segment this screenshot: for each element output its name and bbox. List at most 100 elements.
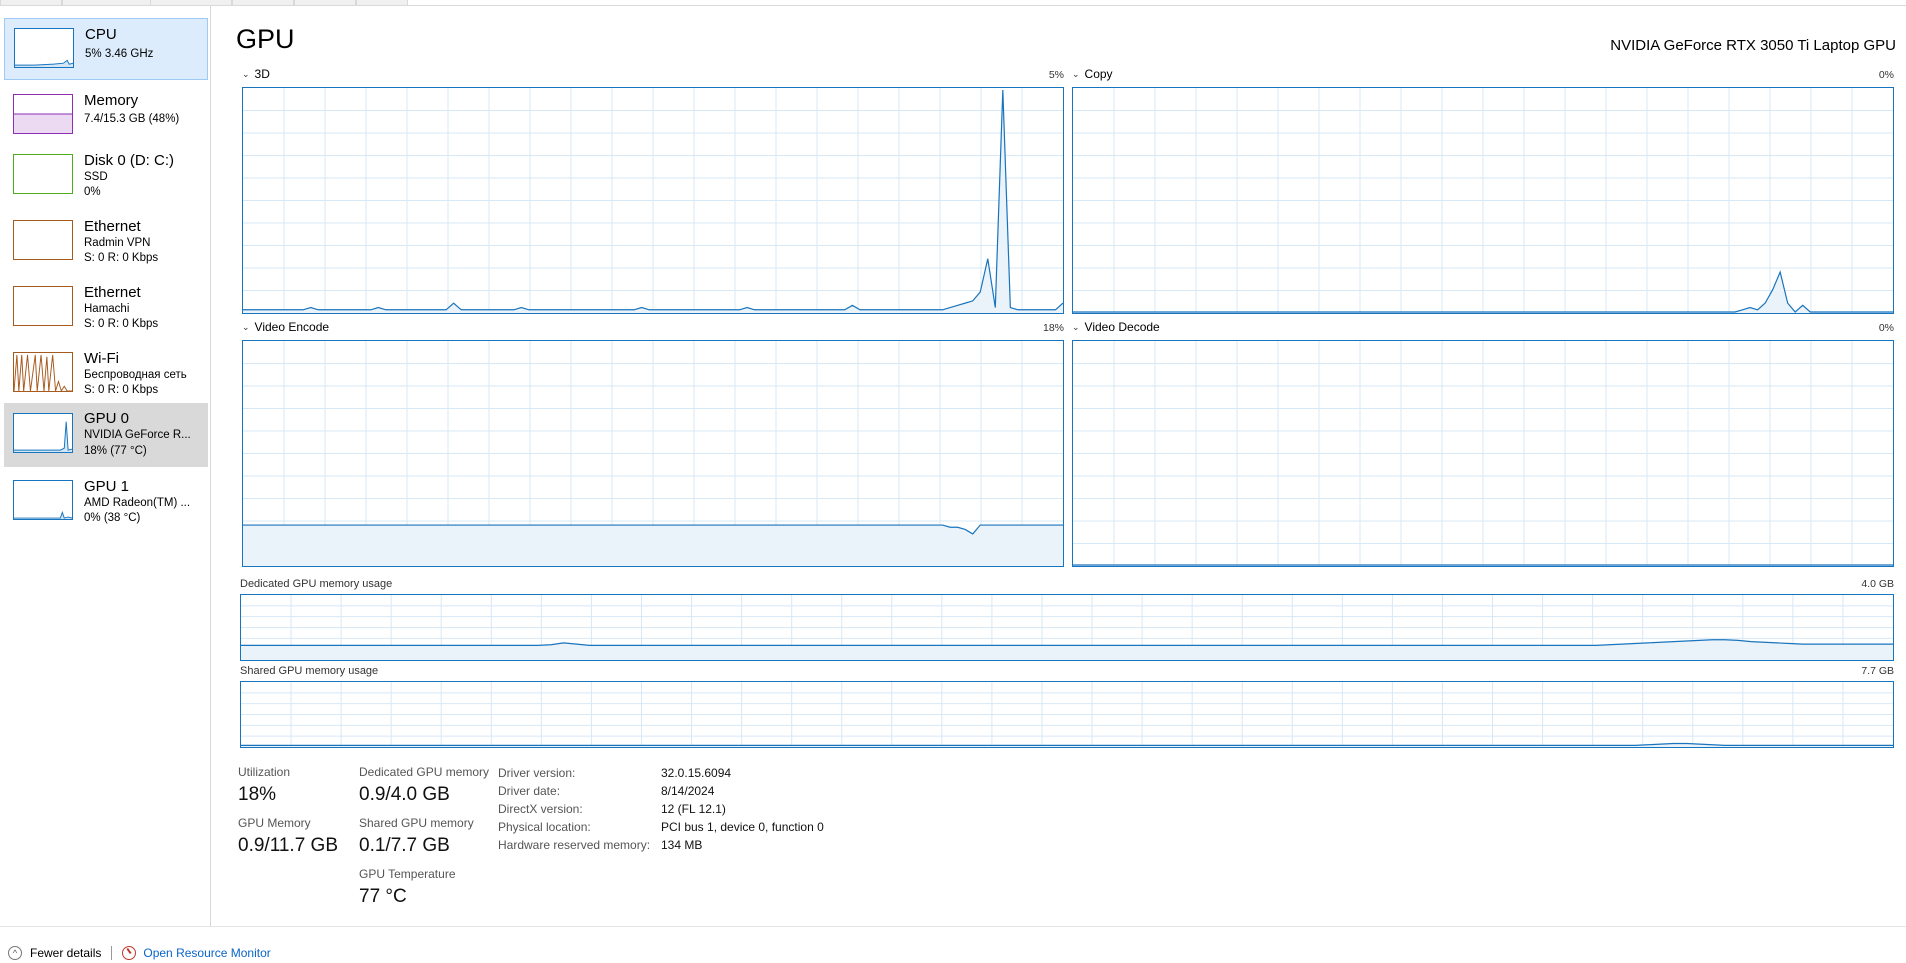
sidebar-item-ethernet-radmin[interactable]: Ethernet Radmin VPN S: 0 R: 0 Kbps <box>4 211 208 273</box>
graph-decode-svg <box>1073 341 1893 566</box>
sidebar-item-title: Disk 0 (D: C:) <box>84 152 174 169</box>
sidebar-item-subtitle: AMD Radeon(TM) ... <box>84 497 191 509</box>
device-name: NVIDIA GeForce RTX 3050 Ti Laptop GPU <box>1610 37 1896 54</box>
chevron-down-icon: ⌄ <box>1072 321 1080 332</box>
sidebar-item-detail: S: 0 R: 0 Kbps <box>84 384 159 396</box>
memory-thumbnail-graph <box>13 94 73 134</box>
utilization-label: Utilization <box>238 765 291 779</box>
graph-copy <box>1072 87 1894 314</box>
utilization-value: 18% <box>238 784 277 805</box>
prop-value: 134 MB <box>661 838 703 852</box>
graph-decode-selector[interactable]: ⌄ Video Decode <box>1072 320 1160 334</box>
chevron-down-icon: ⌄ <box>1072 68 1080 79</box>
graph-3d-selector[interactable]: ⌄ 3D <box>242 67 270 81</box>
graph-copy-selector[interactable]: ⌄ Copy <box>1072 67 1113 81</box>
sidebar-item-title: GPU 1 <box>84 478 130 495</box>
graph-max-label: 5% <box>1048 69 1064 81</box>
prop-value: 8/14/2024 <box>661 784 715 798</box>
page-title: GPU <box>236 24 295 54</box>
sidebar-item-subtitle: Hamachi <box>84 303 130 315</box>
sidebar-item-detail: 0% <box>84 186 101 198</box>
shared-memory-max: 7.7 GB <box>1861 665 1894 677</box>
sidebar-item-subtitle: 5% 3.46 GHz <box>85 48 154 60</box>
sidebar-item-ethernet-hamachi[interactable]: Ethernet Hamachi S: 0 R: 0 Kbps <box>4 277 208 339</box>
sidebar-item-subtitle: 7.4/15.3 GB (48%) <box>84 113 180 125</box>
sidebar-item-title: Memory <box>84 92 139 109</box>
gpu-memory-value: 0.9/11.7 GB <box>238 835 338 856</box>
sidebar-item-disk[interactable]: Disk 0 (D: C:) SSD 0% <box>4 145 208 207</box>
chevron-down-icon: ⌄ <box>242 321 250 332</box>
prop-key: Hardware reserved memory: <box>498 838 651 852</box>
graph-video-decode <box>1072 340 1894 567</box>
sidebar-item-detail: 0% (38 °C) <box>84 512 141 524</box>
dedicated-memory-label: Dedicated GPU memory usage <box>240 578 393 590</box>
prop-key: Driver version: <box>498 766 576 780</box>
graph-label: 3D <box>254 67 270 81</box>
dedicated-memory-max: 4.0 GB <box>1861 578 1894 590</box>
wifi-thumbnail-graph <box>13 352 73 392</box>
prop-value: 32.0.15.6094 <box>661 766 732 780</box>
graph-dedicated-memory <box>240 594 1894 661</box>
ethernet-thumbnail-graph <box>13 286 73 326</box>
graph-dedicated-svg <box>241 595 1893 660</box>
prop-value: 12 (FL 12.1) <box>661 802 726 816</box>
dedicated-gpu-memory-label: Dedicated GPU memory <box>359 765 490 779</box>
prop-key: DirectX version: <box>498 802 583 816</box>
graph-label: Video Encode <box>254 320 330 334</box>
graph-video-encode <box>242 340 1064 567</box>
divider <box>111 946 113 960</box>
footer-bar: ^ Fewer details Open Resource Monitor <box>8 944 271 962</box>
graph-copy-svg <box>1073 88 1893 313</box>
sidebar-item-gpu1[interactable]: GPU 1 AMD Radeon(TM) ... 0% (38 °C) <box>4 471 208 533</box>
graph-label: Copy <box>1084 67 1113 81</box>
sidebar-item-title: Ethernet <box>84 218 141 235</box>
resource-monitor-icon[interactable] <box>122 946 137 960</box>
gpu-memory-label: GPU Memory <box>238 816 311 830</box>
graph-encode-svg <box>243 341 1063 566</box>
gpu1-thumbnail-graph <box>13 480 73 520</box>
graph-shared-svg <box>241 682 1893 747</box>
graph-3d <box>242 87 1064 314</box>
sidebar-item-detail: S: 0 R: 0 Kbps <box>84 318 159 330</box>
sidebar-item-gpu0[interactable]: GPU 0 NVIDIA GeForce R... 18% (77 °C) <box>4 403 208 467</box>
sidebar-item-cpu[interactable]: CPU 5% 3.46 GHz <box>4 18 208 80</box>
shared-gpu-memory-value: 0.1/7.7 GB <box>359 835 450 856</box>
graph-max-label: 18% <box>1042 322 1064 334</box>
disk-thumbnail-graph <box>13 154 73 194</box>
chevron-up-icon[interactable]: ^ <box>8 946 22 960</box>
sidebar-item-subtitle: Radmin VPN <box>84 237 151 249</box>
ethernet-thumbnail-graph <box>13 220 73 260</box>
shared-memory-label: Shared GPU memory usage <box>240 665 379 677</box>
graph-max-label: 0% <box>1878 69 1894 81</box>
gpu0-thumbnail-graph <box>13 413 73 453</box>
top-tab-strip <box>0 0 1906 6</box>
prop-value: PCI bus 1, device 0, function 0 <box>661 820 824 834</box>
sidebar-item-title: Ethernet <box>84 284 141 301</box>
sidebar-item-detail: S: 0 R: 0 Kbps <box>84 252 159 264</box>
sidebar-item-subtitle: NVIDIA GeForce R... <box>84 429 191 441</box>
graph-3d-svg <box>243 88 1063 313</box>
gpu-temperature-value: 77 °C <box>359 886 407 907</box>
graph-shared-memory <box>240 681 1894 748</box>
fewer-details-button[interactable]: Fewer details <box>30 946 101 960</box>
task-manager-window: CPU 5% 3.46 GHz Memory 7.4/15.3 GB (48%)… <box>0 0 1906 963</box>
chevron-down-icon: ⌄ <box>242 68 250 79</box>
sidebar-item-title: CPU <box>85 26 117 43</box>
sidebar-item-title: GPU 0 <box>84 410 130 427</box>
dedicated-gpu-memory-value: 0.9/4.0 GB <box>359 784 450 805</box>
gpu-temperature-label: GPU Temperature <box>359 867 456 881</box>
shared-gpu-memory-label: Shared GPU memory <box>359 816 474 830</box>
sidebar-item-subtitle: SSD <box>84 171 108 183</box>
sidebar-item-subtitle: Беспроводная сеть <box>84 369 187 381</box>
graph-label: Video Decode <box>1084 320 1160 334</box>
graph-encode-selector[interactable]: ⌄ Video Encode <box>242 320 329 334</box>
sidebar-item-title: Wi-Fi <box>84 350 119 367</box>
sidebar-item-wifi[interactable]: Wi-Fi Беспроводная сеть S: 0 R: 0 Kbps <box>4 343 208 405</box>
cpu-thumbnail-graph <box>14 28 74 68</box>
graph-max-label: 0% <box>1878 322 1894 334</box>
sidebar-item-memory[interactable]: Memory 7.4/15.3 GB (48%) <box>4 85 208 147</box>
open-resource-monitor-link[interactable]: Open Resource Monitor <box>143 946 270 960</box>
prop-key: Driver date: <box>498 784 561 798</box>
performance-sidebar: CPU 5% 3.46 GHz Memory 7.4/15.3 GB (48%)… <box>0 6 211 926</box>
series-area <box>243 525 1063 566</box>
